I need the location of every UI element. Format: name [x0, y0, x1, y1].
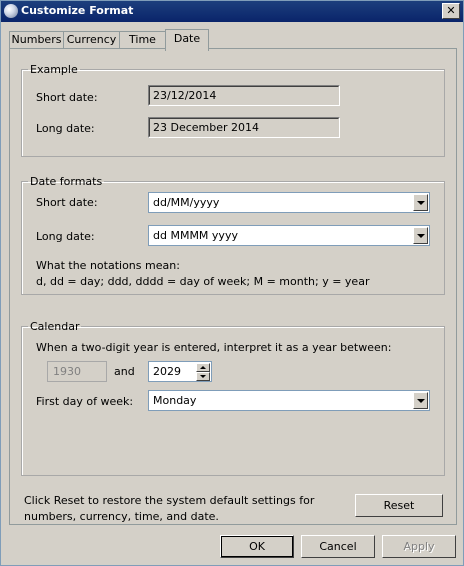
notation-text: d, dd = day; ddd, dddd = day of week; M … [36, 275, 370, 288]
example-long-label: Long date: [36, 122, 95, 135]
first-day-label: First day of week: [36, 395, 134, 408]
customize-format-window: Customize Format ✕ Numbers Currency Time… [0, 0, 464, 566]
long-date-format-value: dd MMMM yyyy [153, 229, 238, 242]
reset-help-line-1: Click Reset to restore the system defaul… [24, 494, 315, 507]
chevron-down-icon [417, 399, 425, 403]
year-from-field: 1930 [47, 361, 107, 382]
date-formats-group-label: Date formats [30, 175, 103, 188]
example-short-label: Short date: [36, 91, 98, 104]
reset-button[interactable]: Reset [355, 494, 443, 517]
notation-title: What the notations mean: [36, 259, 180, 272]
apply-button[interactable]: Apply [382, 535, 456, 558]
example-long-value: 23 December 2014 [148, 117, 340, 138]
close-button[interactable]: ✕ [442, 3, 460, 19]
short-date-dropdown-button[interactable] [413, 194, 428, 211]
cancel-button[interactable]: Cancel [301, 535, 375, 558]
chevron-down-icon [417, 234, 425, 238]
tab-numbers[interactable]: Numbers [9, 31, 64, 49]
long-date-format-combo[interactable]: dd MMMM yyyy [148, 225, 430, 246]
first-day-combo[interactable]: Monday [148, 390, 430, 411]
tab-currency[interactable]: Currency [63, 31, 120, 49]
first-day-value: Monday [153, 394, 197, 407]
and-label: and [114, 365, 135, 378]
spin-up-button[interactable] [196, 363, 210, 372]
chevron-up-icon [200, 366, 206, 369]
year-to-value: 2029 [153, 365, 181, 378]
chevron-down-icon [200, 375, 206, 378]
year-to-spinner[interactable]: 2029 [148, 361, 212, 382]
short-date-format-value: dd/MM/yyyy [153, 196, 220, 209]
example-group-label: Example [30, 63, 78, 76]
short-date-format-label: Short date: [36, 196, 98, 209]
tab-time[interactable]: Time [119, 31, 166, 49]
example-group: Example [21, 63, 445, 157]
short-date-format-combo[interactable]: dd/MM/yyyy [148, 192, 430, 213]
spin-down-button[interactable] [196, 372, 210, 381]
long-date-format-label: Long date: [36, 230, 95, 243]
chevron-down-icon [417, 201, 425, 205]
date-tab-panel: Example Short date: 23/12/2014 Long date… [9, 48, 457, 525]
app-icon [4, 4, 18, 18]
title-bar[interactable]: Customize Format ✕ [1, 1, 463, 22]
window-title: Customize Format [21, 4, 134, 17]
example-short-value: 23/12/2014 [148, 85, 340, 106]
ok-button[interactable]: OK [220, 535, 294, 558]
reset-help-line-2: numbers, currency, time, and date. [24, 510, 219, 523]
calendar-group-label: Calendar [30, 320, 80, 333]
long-date-dropdown-button[interactable] [413, 227, 428, 244]
first-day-dropdown-button[interactable] [413, 392, 428, 409]
tab-date[interactable]: Date [165, 29, 209, 51]
two-digit-year-text: When a two-digit year is entered, interp… [36, 341, 392, 354]
